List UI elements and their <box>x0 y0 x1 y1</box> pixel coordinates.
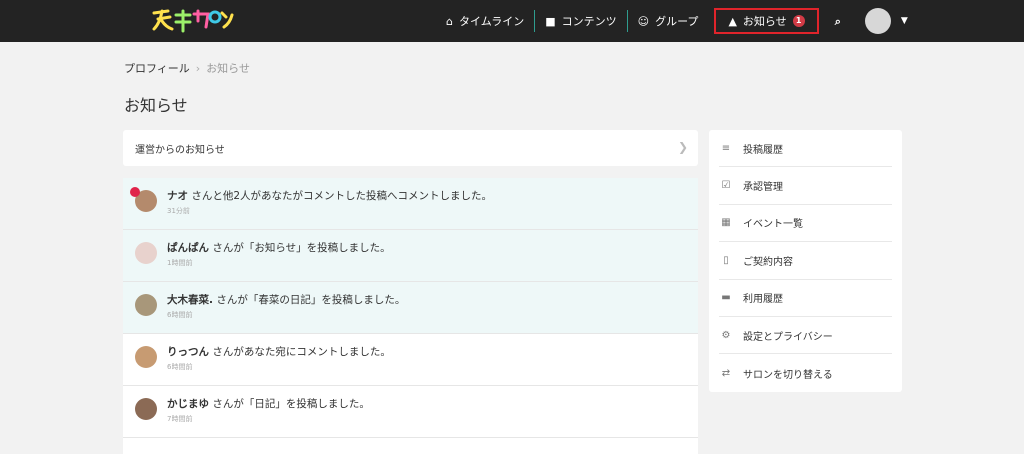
user-menu[interactable]: ▼ <box>851 0 918 42</box>
notification-body: さんが「日記」を投稿しました。 <box>209 398 370 410</box>
notification-item[interactable]: ぱんぱん さんが「お知らせ」を投稿しました。 1時間前 <box>123 230 698 282</box>
avatar[interactable] <box>130 187 157 212</box>
sidebar-item[interactable]: ☑ 承認管理 <box>719 167 892 205</box>
notification-list: ナオ さんと他2人があなたがコメントした投稿へコメントしました。 31分前ぱんぱん… <box>123 178 698 454</box>
sidebar-item[interactable]: ▦ イベント一覧 <box>719 205 892 243</box>
clipboard-icon: ▯ <box>723 254 729 266</box>
avatar[interactable] <box>135 294 157 316</box>
notification-text: りっつん さんがあなた宛にコメントしました。 6時間前 <box>167 344 391 372</box>
notification-body: さんがあなた宛にコメントしました。 <box>209 346 391 358</box>
sidebar-item[interactable]: ⇄ サロンを切り替える <box>719 354 892 391</box>
gear-icon: ⚙ <box>721 329 731 341</box>
notification-message: ぱんぱん さんが「お知らせ」を投稿しました。 <box>167 240 391 256</box>
notification-item[interactable]: 大木春菜. さんが「春菜の日記」を投稿しました。 6時間前 <box>123 282 698 334</box>
admin-announcements-link[interactable]: 運営からのお知らせ ❯ <box>123 130 698 166</box>
bell-icon: ▲ <box>728 14 737 28</box>
notification-user[interactable]: ナオ <box>167 190 188 202</box>
breadcrumb-profile-link[interactable]: プロフィール <box>124 62 190 75</box>
sidebar-item-label: 利用履歴 <box>743 294 783 306</box>
sidebar-item[interactable]: ⚙ 設定とプライバシー <box>719 317 892 355</box>
notification-text: ぱんぱん さんが「お知らせ」を投稿しました。 1時間前 <box>167 240 391 268</box>
calendar-icon: ▦ <box>721 217 731 229</box>
nav-contents-label: コンテンツ <box>561 15 617 28</box>
notification-time: 7時間前 <box>167 415 193 423</box>
sidebar-item-label: 設定とプライバシー <box>743 331 833 343</box>
notification-message: ナオ さんと他2人があなたがコメントした投稿へコメントしました。 <box>167 188 492 204</box>
chevron-right-icon: ❯ <box>677 140 688 154</box>
sidebar-menu: ≡ 投稿履歴 ☑ 承認管理 ▦ イベント一覧 ▯ ご契約内容 ▬ 利用履歴 ⚙ 設定とプライバシー ⇄ サ… <box>709 130 902 392</box>
main-nav: ⌂ タイムライン ■ コンテンツ ☺ グループ ▲ お知らせ 1 ⌕ ▼ <box>436 0 918 42</box>
home-icon: ⌂ <box>446 14 453 28</box>
notification-user[interactable]: ぱんぱん <box>167 242 209 254</box>
list-icon: ≡ <box>721 142 731 154</box>
sidebar-item-label: サロンを切り替える <box>743 369 833 381</box>
notification-text: かじまゆ さんが「日記」を投稿しました。 7時間前 <box>167 396 370 424</box>
notification-item[interactable]: かじまゆ さんが「日記」を投稿しました。 7時間前 <box>123 386 698 438</box>
nav-timeline[interactable]: ⌂ タイムライン <box>436 0 534 42</box>
notification-body: さんが「お知らせ」を投稿しました。 <box>209 242 391 254</box>
notification-body: さんと他2人があなたがコメントした投稿へコメントしました。 <box>188 190 493 202</box>
avatar[interactable] <box>135 346 157 368</box>
notification-text: 大木春菜. さんが「春菜の日記」を投稿しました。 6時間前 <box>167 292 405 320</box>
notification-time: 6時間前 <box>167 363 193 371</box>
breadcrumb-separator: › <box>195 62 201 75</box>
book-icon: ■ <box>545 14 556 28</box>
sidebar-item-label: ご契約内容 <box>743 256 793 268</box>
avatar <box>864 8 891 34</box>
notification-user[interactable]: りっつん <box>167 346 209 358</box>
notification-user[interactable]: かじまゆ <box>167 398 209 410</box>
notification-message: りっつん さんがあなた宛にコメントしました。 <box>167 344 391 360</box>
nav-search[interactable]: ⌕ <box>825 0 851 42</box>
breadcrumb: プロフィール › お知らせ <box>124 60 250 76</box>
sidebar-item[interactable]: ▯ ご契約内容 <box>719 242 892 280</box>
sidebar-item[interactable]: ▬ 利用履歴 <box>719 280 892 317</box>
nav-notifications-label: お知らせ <box>742 15 787 28</box>
avatar[interactable] <box>135 398 157 420</box>
check-square-icon: ☑ <box>721 180 731 192</box>
avatar[interactable] <box>135 242 157 264</box>
sidebar-item-label: 承認管理 <box>743 182 783 194</box>
notification-count-badge: 1 <box>792 15 805 27</box>
switch-icon: ⇄ <box>721 367 731 379</box>
notification-time: 1時間前 <box>167 259 193 267</box>
notification-text: ナオ さんと他2人があなたがコメントした投稿へコメントしました。 31分前 <box>167 188 492 216</box>
search-icon: ⌕ <box>834 14 841 28</box>
notification-body: さんが「春菜の日記」を投稿しました。 <box>213 294 406 306</box>
notification-item[interactable]: りっつん さんがあなた宛にコメントしました。 6時間前 <box>123 334 698 386</box>
site-logo[interactable] <box>150 5 234 35</box>
notification-item[interactable]: ナオ さんと他2人があなたがコメントした投稿へコメントしました。 31分前 <box>123 178 698 230</box>
nav-groups-label: グループ <box>655 15 699 28</box>
sidebar-item-label: イベント一覧 <box>743 219 803 231</box>
credit-card-icon: ▬ <box>721 292 731 304</box>
notification-time: 6時間前 <box>167 311 193 319</box>
nav-contents[interactable]: ■ コンテンツ <box>535 0 626 42</box>
page-title: お知らせ <box>124 96 188 115</box>
sidebar-item[interactable]: ≡ 投稿履歴 <box>719 130 892 168</box>
top-navigation-bar: ⌂ タイムライン ■ コンテンツ ☺ グループ ▲ お知らせ 1 ⌕ ▼ <box>0 0 1024 42</box>
nav-timeline-label: タイムライン <box>458 15 525 28</box>
unread-dot <box>130 187 140 197</box>
notification-message: かじまゆ さんが「日記」を投稿しました。 <box>167 396 370 412</box>
nav-notifications[interactable]: ▲ お知らせ 1 <box>714 8 819 34</box>
breadcrumb-current: お知らせ <box>206 62 250 75</box>
chevron-down-icon: ▼ <box>900 16 908 26</box>
notification-time: 31分前 <box>167 207 190 215</box>
users-icon: ☺ <box>637 14 650 28</box>
nav-groups[interactable]: ☺ グループ <box>628 0 709 42</box>
admin-announcements-label: 運営からのお知らせ <box>135 144 225 156</box>
sidebar-item-label: 投稿履歴 <box>743 144 783 156</box>
notification-user[interactable]: 大木春菜. <box>167 294 213 306</box>
notification-message: 大木春菜. さんが「春菜の日記」を投稿しました。 <box>167 292 405 308</box>
